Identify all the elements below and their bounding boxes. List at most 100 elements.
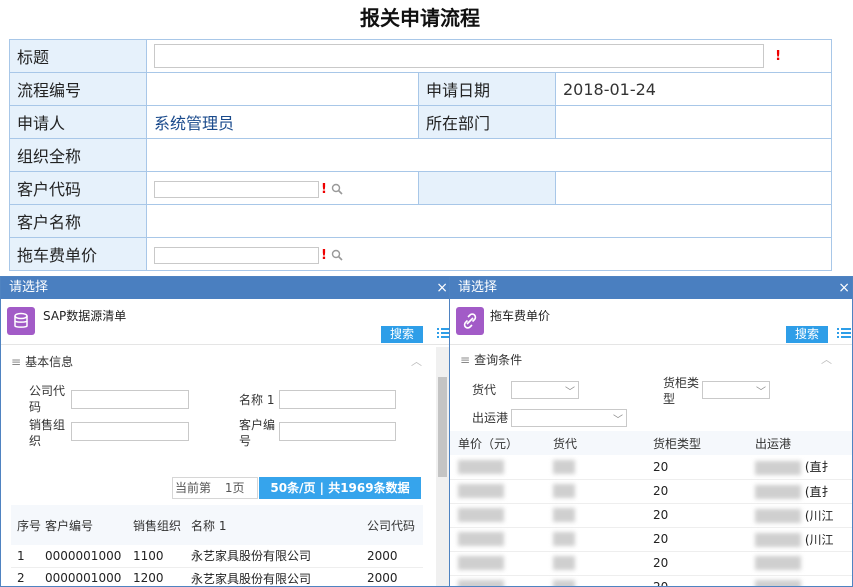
sap-data-table: 序号 客户编号 销售组织 名称 1 公司代码 1 0000001000 1100… <box>11 505 423 586</box>
container-cell: 20 <box>653 551 755 576</box>
table-row[interactable]: 20 (川江 <box>450 527 852 552</box>
table-cell: 0000001000 <box>45 545 133 568</box>
org-fullname-label: 组织全称 <box>9 138 147 172</box>
scroll-thumb[interactable] <box>438 377 447 477</box>
section-title: 基本信息 <box>25 355 74 369</box>
title-cell: ! <box>146 39 832 73</box>
org-fullname-value <box>146 138 832 172</box>
company-code-label: 公司代码 <box>29 384 66 414</box>
redacted-value <box>755 533 801 547</box>
pager-current-prefix: 当前第 <box>175 481 212 495</box>
redacted-value <box>755 460 801 475</box>
list-icon[interactable] <box>837 326 851 340</box>
redacted-value <box>553 508 575 523</box>
redacted-value <box>553 556 575 571</box>
tow-price-input[interactable] <box>154 246 319 264</box>
search-button[interactable]: 搜索 <box>381 326 423 343</box>
redacted-value <box>553 532 575 547</box>
dialog-header: 请选择 × <box>450 277 852 299</box>
redacted-value <box>458 556 504 571</box>
column-header[interactable]: 客户编号 <box>45 505 133 545</box>
basic-info-section: ≡ 基本信息 ︿ <box>1 349 450 375</box>
customer-name-value <box>146 204 832 238</box>
column-header[interactable]: 公司代码 <box>367 505 423 545</box>
table-cell: 1200 <box>133 567 191 586</box>
column-header[interactable]: 单价（元） <box>450 431 553 455</box>
database-icon <box>7 307 35 335</box>
chevron-down-icon: ﹀ <box>565 387 575 398</box>
port-select[interactable]: ﹀ <box>511 409 627 427</box>
dialog-title: 请选择 <box>9 280 49 295</box>
redacted-value <box>553 484 575 499</box>
redacted-value <box>458 460 504 474</box>
table-row[interactable]: 20 (直扌 <box>450 455 852 480</box>
table-cell: 2 <box>11 567 45 586</box>
chevron-up-icon[interactable]: ︿ <box>821 347 832 373</box>
search-button[interactable]: 搜索 <box>786 326 828 343</box>
empty-label-cell <box>418 171 556 205</box>
department-value <box>555 105 832 139</box>
apply-date-value: 2018-01-24 <box>555 72 832 106</box>
customer-name-label: 客户名称 <box>9 204 147 238</box>
table-row[interactable]: 20 <box>450 551 852 576</box>
port-suffix: (川江 <box>804 532 834 547</box>
tow-price-table: 单价（元） 货代 货柜类型 出运港 20 (直扌 20 (直扌 20 (川江 20 (… <box>450 431 852 586</box>
required-mark: ! <box>321 181 327 197</box>
forwarder-select[interactable]: ﹀ <box>511 381 579 399</box>
column-header[interactable]: 名称 1 <box>191 505 367 545</box>
chevron-up-icon[interactable]: ︿ <box>411 349 422 375</box>
container-type-select[interactable]: ﹀ <box>702 381 770 399</box>
table-cell: 永艺家具股份有限公司 <box>191 545 367 568</box>
table-row[interactable]: 20 (直扌 <box>450 479 852 504</box>
redacted-value <box>755 580 801 586</box>
forwarder-cell <box>553 503 653 528</box>
sap-datasource-dialog: 请选择 × SAP数据源清单 搜索 ≡ 基本信息 ︿ 公司代码 名称 1 销售组织… <box>0 276 451 587</box>
forwarder-label: 货代 <box>472 383 497 397</box>
customer-no-input[interactable] <box>279 422 396 441</box>
dialog-title: 请选择 <box>458 280 498 295</box>
customer-code-label: 客户代码 <box>9 171 147 205</box>
table-row[interactable]: 20 (川江 <box>450 503 852 528</box>
menu-icon: ≡ <box>11 355 22 369</box>
close-icon[interactable]: × <box>436 277 448 299</box>
column-header[interactable]: 出运港 <box>755 431 852 455</box>
customer-no-label: 客户编号 <box>239 418 276 448</box>
title-input[interactable] <box>154 44 764 68</box>
table-row[interactable]: 20 <box>450 575 852 586</box>
required-mark: ! <box>775 48 782 64</box>
customer-code-input[interactable] <box>154 180 319 198</box>
tow-price-cell: ! <box>146 237 832 271</box>
search-icon[interactable] <box>331 183 344 196</box>
applicant-label: 申请人 <box>9 105 147 139</box>
table-cell: 1 <box>11 545 45 568</box>
forwarder-cell <box>553 455 653 480</box>
dialog-subtitle: 拖车费单价 <box>490 309 551 323</box>
chevron-down-icon: ﹀ <box>756 387 766 398</box>
table-row[interactable]: 2 0000001000 1200 永艺家具股份有限公司 2000 <box>11 567 423 586</box>
company-code-input[interactable] <box>71 390 189 409</box>
table-cell: 2000 <box>367 545 423 568</box>
container-type-label: 货柜类型 <box>663 376 700 406</box>
port-suffix: (直扌 <box>804 484 834 499</box>
search-icon[interactable] <box>331 249 344 262</box>
column-header[interactable]: 货柜类型 <box>653 431 755 455</box>
link-icon <box>456 307 484 335</box>
table-row[interactable]: 1 0000001000 1100 永艺家具股份有限公司 2000 <box>11 545 423 568</box>
forwarder-cell <box>553 575 653 586</box>
dialog-subheader: SAP数据源清单 搜索 <box>1 299 450 345</box>
column-header[interactable]: 货代 <box>553 431 653 455</box>
vertical-scrollbar[interactable] <box>436 347 449 586</box>
port-suffix: (直扌 <box>804 460 834 475</box>
query-section: ≡ 查询条件 ︿ <box>450 347 852 373</box>
menu-icon: ≡ <box>460 353 471 367</box>
redacted-value <box>553 580 575 586</box>
name1-input[interactable] <box>279 390 396 409</box>
close-icon[interactable]: × <box>838 277 850 299</box>
name1-label: 名称 1 <box>239 393 275 407</box>
column-header[interactable]: 序号 <box>11 505 45 545</box>
price-cell <box>450 575 553 586</box>
port-cell: (直扌 <box>755 455 852 480</box>
column-header[interactable]: 销售组织 <box>133 505 191 545</box>
page-title: 报关申请流程 <box>360 6 480 30</box>
sales-org-input[interactable] <box>71 422 189 441</box>
